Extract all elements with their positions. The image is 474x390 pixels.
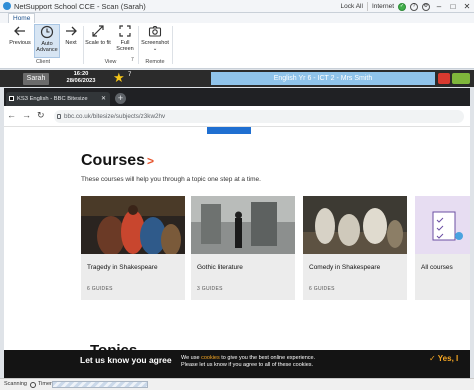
window-title: NetSupport School CCE - Scan (Sarah) <box>14 1 146 11</box>
close-button[interactable]: ✕ <box>462 2 472 11</box>
internet-label[interactable]: Internet <box>372 3 394 10</box>
url-field[interactable]: bbc.co.uk/bitesize/subjects/z3kw2hv <box>54 110 464 123</box>
page-subtitle: These courses will help you through a to… <box>81 176 261 183</box>
course-card[interactable]: Tragedy in Shakespeare 6 GUIDES <box>81 196 185 300</box>
course-card[interactable]: Gothic literature 3 GUIDES <box>191 196 295 300</box>
full-screen-label-2: Screen <box>116 46 134 52</box>
settings-gear-icon[interactable]: ⚙ <box>422 2 430 11</box>
browser-tab-strip: KS3 English - BBC Bitesize ✕ + <box>4 88 470 106</box>
lock-all-button[interactable]: Lock All <box>341 3 363 10</box>
full-screen-icon <box>119 25 131 37</box>
counter-badge: 7 <box>131 57 134 63</box>
course-title: Gothic literature <box>197 264 243 271</box>
student-toolbar: Sarah 16:20 28/06/2023 ★ 7 English Yr 6 … <box>0 70 474 87</box>
cookie-text: We use cookies to give you the best onli… <box>181 355 341 369</box>
reward-count: 7 <box>128 72 132 78</box>
next-label: Next <box>65 40 77 46</box>
all-courses-card[interactable]: All courses <box>415 196 470 300</box>
cookie-text-3: Please let us know if you agree to all o… <box>181 362 314 368</box>
scanning-status: Scanning <box>4 381 27 387</box>
all-courses-title: All courses <box>421 264 453 271</box>
bbc-favicon-icon <box>9 96 14 101</box>
tab-home[interactable]: Home <box>8 13 36 23</box>
course-image <box>81 196 185 254</box>
course-title: Comedy in Shakespeare <box>309 264 381 271</box>
chevron-right-icon: > <box>147 154 155 168</box>
student-datetime: 16:20 28/06/2023 <box>57 71 105 85</box>
timer-icon <box>30 382 36 388</box>
camera-icon <box>148 26 162 37</box>
group-label-remote: Remote <box>145 59 165 65</box>
maximize-button[interactable]: □ <box>448 2 458 11</box>
scale-to-fit-icon <box>92 25 104 37</box>
ribbon-tab-row: Home <box>0 13 474 23</box>
timer-label: Timer <box>38 381 52 387</box>
group-label-client: Client <box>35 59 51 65</box>
status-bar: Scanning Timer <box>0 378 474 390</box>
date-label: 28/06/2023 <box>66 78 96 84</box>
title-bar: NetSupport School CCE - Scan (Sarah) Loc… <box>0 0 474 13</box>
help-icon[interactable]: ? <box>410 2 418 11</box>
all-courses-illustration <box>415 196 470 254</box>
student-name[interactable]: Sarah <box>23 73 49 85</box>
course-guides: 6 GUIDES <box>309 286 335 292</box>
course-image <box>191 196 295 254</box>
internet-status-icon[interactable]: ✓ <box>398 2 406 11</box>
course-guides: 6 GUIDES <box>87 286 113 292</box>
url-text: bbc.co.uk/bitesize/subjects/z3kw2hv <box>64 113 166 120</box>
scale-to-fit-button[interactable]: Scale to fit <box>84 24 112 46</box>
clock-icon <box>40 25 54 39</box>
full-screen-button[interactable]: Full Screen <box>114 24 136 52</box>
cookie-text-2: to give you the best online experience. <box>221 355 316 361</box>
reload-icon[interactable]: ↻ <box>37 110 45 121</box>
title-bar-controls: Lock All Internet ✓ ? ⚙ – □ ✕ <box>341 0 472 13</box>
remote-screen-view[interactable]: KS3 English - BBC Bitesize ✕ + ← → ↻ bbc… <box>4 88 470 378</box>
close-tab-icon[interactable]: ✕ <box>101 92 106 106</box>
cookie-text-1: We use <box>181 355 200 361</box>
browser-address-bar: ← → ↻ bbc.co.uk/bitesize/subjects/z3kw2h… <box>4 106 470 127</box>
browser-tab[interactable]: KS3 English - BBC Bitesize ✕ <box>6 92 110 106</box>
course-image <box>303 196 407 254</box>
screenshot-button[interactable]: Screenshot ⌄ <box>140 24 170 52</box>
partial-blue-button[interactable] <box>207 127 251 134</box>
cookie-accept-button[interactable]: ✓ Yes, I <box>429 354 458 363</box>
previous-label: Previous <box>9 40 31 46</box>
cookie-accept-label: Yes, I <box>437 354 459 363</box>
course-title: Tragedy in Shakespeare <box>87 264 158 271</box>
arrow-left-icon <box>14 26 25 36</box>
previous-button[interactable]: Previous <box>6 24 34 46</box>
auto-advance-button[interactable]: Auto Advance <box>34 24 60 58</box>
scan-progress-bar <box>52 381 148 388</box>
lesson-banner: English Yr 6 - ICT 2 - Mrs Smith <box>211 72 435 85</box>
cookies-link[interactable]: cookies <box>201 355 220 361</box>
group-divider <box>172 26 173 64</box>
netsupport-app-icon <box>3 2 11 10</box>
course-card[interactable]: Comedy in Shakespeare 6 GUIDES <box>303 196 407 300</box>
course-guides: 3 GUIDES <box>197 286 223 292</box>
courses-heading: Courses <box>81 152 146 169</box>
scale-to-fit-label: Scale to fit <box>85 40 111 46</box>
browser-tab-title: KS3 English - BBC Bitesize <box>17 96 88 102</box>
group-label-view: View <box>104 59 117 65</box>
arrow-right-icon <box>66 26 77 36</box>
divider <box>366 2 368 11</box>
chevron-down-icon[interactable]: ⌄ <box>153 46 158 52</box>
check-icon: ✓ <box>429 354 436 363</box>
new-tab-button[interactable]: + <box>115 93 126 104</box>
next-button[interactable]: Next <box>60 24 82 46</box>
auto-advance-label-2: Advance <box>36 47 58 53</box>
toolbar-icon-green[interactable] <box>452 73 470 84</box>
ribbon: Previous Auto Advance Next Client Scale … <box>0 23 474 69</box>
back-arrow-icon[interactable]: ← <box>7 110 16 120</box>
time-label: 16:20 <box>73 71 89 77</box>
lock-icon <box>57 114 61 119</box>
reward-star-icon[interactable]: ★ <box>113 71 125 85</box>
page-title[interactable]: Courses > <box>81 152 154 170</box>
toolbar-icon-red[interactable] <box>438 73 450 84</box>
cookie-title: Let us know you agree <box>80 355 172 365</box>
group-divider <box>138 26 139 64</box>
forward-arrow-icon[interactable]: → <box>22 110 31 120</box>
minimize-button[interactable]: – <box>434 2 444 11</box>
